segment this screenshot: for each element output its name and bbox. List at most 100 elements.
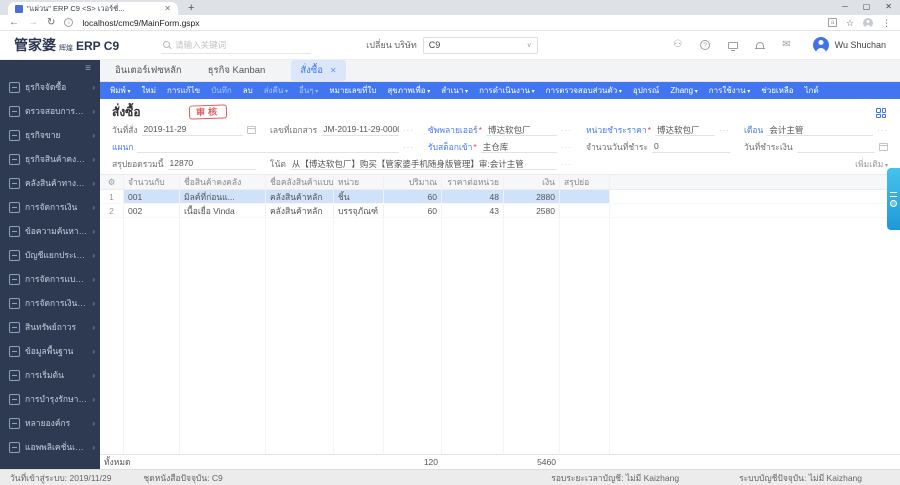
lookup-icon[interactable]: ···	[561, 126, 572, 135]
doc-no-input[interactable]: JM-2019-11-29-00004	[321, 124, 399, 136]
lookup-icon[interactable]: ···	[403, 143, 414, 152]
gear-icon[interactable]: ⚙	[100, 175, 124, 189]
pay-unit-input[interactable]: 博达软包厂	[654, 124, 715, 136]
lookup-icon[interactable]: ···	[877, 126, 888, 135]
translate-icon[interactable]: a	[827, 18, 837, 27]
toolbar-copy-button[interactable]: สำเนา	[441, 84, 468, 97]
side-panel-handle[interactable]	[887, 168, 900, 230]
company-select[interactable]: C9 ∨	[422, 36, 538, 54]
total-label: ทั้งหมด	[104, 457, 131, 467]
lookup-icon[interactable]: ···	[561, 160, 572, 169]
browser-tab-strip: "แผ่วน" ERP C9 <S> เวอร์ชั่... ✕ + ─ ▢ ✕	[0, 0, 900, 15]
lookup-icon[interactable]: ···	[403, 126, 414, 135]
tab-close-icon[interactable]: ✕	[164, 4, 171, 13]
bell-icon[interactable]	[755, 41, 766, 49]
browser-tab[interactable]: "แผ่วน" ERP C9 <S> เวอร์ชั่... ✕	[8, 2, 178, 15]
user-menu[interactable]: Wu Shuchan	[812, 37, 886, 53]
toolbar-status-button[interactable]: สุขภาพเพื่อ	[387, 84, 430, 97]
chevron-right-icon: ›	[92, 418, 95, 428]
more-fields-link[interactable]: เพิ่มเติม	[855, 157, 888, 171]
toolbar-save-button[interactable]: บันทึก	[211, 84, 232, 97]
reload-icon[interactable]: ↻	[47, 16, 55, 30]
order-date-input[interactable]: 2019-11-29	[141, 124, 243, 136]
tab-main-interface[interactable]: อินเตอร์เฟซหลัก	[115, 63, 182, 78]
field-department: แผนก ···	[112, 141, 414, 153]
sidebar-item-fixed-assets[interactable]: สินทรัพย์ถาวร ›	[0, 315, 100, 339]
toolbar-print-button[interactable]: พิมพ์	[110, 84, 131, 97]
sidebar-item-multi-org[interactable]: หลายองค์กร ›	[0, 411, 100, 435]
table-row[interactable]: 2 002 เนื้อเยื่อ Vinda คลังสินค้าหลัก บร…	[100, 204, 900, 218]
sidebar-item-general-ledger[interactable]: บัญชีแยกประเภททั่วไป›	[0, 243, 100, 267]
grid-view-icon[interactable]	[876, 108, 886, 118]
sidebar-item-app-center[interactable]: แอพพลิเคชั่นเซ็นเตอร์›	[0, 435, 100, 459]
toolbar-new-button[interactable]: ใหม่	[142, 84, 156, 97]
sidebar-item-queries[interactable]: ข้อความค้นหาอื่น ๆ›	[0, 219, 100, 243]
toolbar-doc-number-button[interactable]: หมายเลขที่ใบ	[329, 84, 376, 97]
toolbar-return-button[interactable]: ส่งคืน	[264, 84, 288, 97]
toolbar-usage-button[interactable]: การใช้งาน	[709, 84, 751, 97]
note-input[interactable]: 从【博达软包厂】购买【管家婆手机随身版管理】审:会计主管	[289, 158, 557, 170]
browser-menu-icon[interactable]: ⋮	[882, 16, 891, 30]
col-header-code: จำนวนกับ	[124, 175, 180, 189]
toolbar-operations-button[interactable]: การดำเนินงาน	[479, 84, 535, 97]
balance-input[interactable]: 12870	[167, 158, 256, 170]
window-maximize-icon[interactable]: ▢	[863, 2, 871, 11]
browser-profile-icon[interactable]	[863, 17, 873, 28]
pay-days-input[interactable]: 0	[652, 141, 730, 153]
mail-icon[interactable]: ✉	[782, 40, 790, 50]
table-row[interactable]: 1 001 มิลค์ที่ก่อนแ... คลังสินค้าหลัก ชิ…	[100, 190, 900, 204]
supplier-input[interactable]: 博达软包厂	[485, 124, 557, 136]
global-search[interactable]	[161, 37, 312, 54]
tab-business-kanban[interactable]: ธุรกิจ Kanban	[208, 63, 266, 78]
sidebar-collapse-icon[interactable]: ≡	[0, 60, 100, 75]
toolbar-edit-button[interactable]: การแก้ไข	[167, 84, 200, 97]
window-minimize-icon[interactable]: ─	[842, 2, 848, 11]
sidebar-item-order-check[interactable]: ตรวจสอบการสั่งซื้อ›	[0, 99, 100, 123]
sidebar-item-purchase[interactable]: ธุรกิจจัดซื้อ ›	[0, 75, 100, 99]
sidebar-item-logistics[interactable]: คลังสินค้าทางการค้า›	[0, 171, 100, 195]
toolbar-guide-button[interactable]: ไกด์	[805, 84, 819, 97]
finance-icon	[9, 201, 20, 213]
close-icon[interactable]: ✕	[330, 66, 337, 75]
window-close-icon[interactable]: ✕	[885, 2, 892, 11]
toolbar-zhang-button[interactable]: Zhang	[670, 86, 697, 95]
warehouse-in-input[interactable]: 主仓库	[480, 141, 557, 153]
forward-icon[interactable]: →	[28, 16, 38, 30]
sidebar-item-sales[interactable]: ธุรกิจขาย ›	[0, 123, 100, 147]
monitor-icon[interactable]	[728, 41, 739, 51]
calendar-icon[interactable]	[879, 143, 888, 151]
calendar-icon[interactable]	[247, 126, 256, 134]
toolbar-equipment-button[interactable]: อุปกรณ์	[633, 84, 659, 97]
toolbar-other-button[interactable]: อื่นๆ	[299, 84, 318, 97]
toolbar-audit-button[interactable]: การตรวจสอบส่วนตัว	[546, 84, 622, 97]
toolbar-delete-button[interactable]: ลบ	[243, 84, 253, 97]
bookmark-star-icon[interactable]: ☆	[846, 16, 854, 30]
total-qty: 120	[423, 457, 438, 467]
department-input[interactable]	[137, 141, 399, 153]
inventory-icon	[9, 153, 20, 165]
help-icon[interactable]: ?	[700, 40, 711, 50]
site-info-icon[interactable]: i	[64, 18, 74, 27]
sidebar-item-finance[interactable]: การจัดการเงิน ›	[0, 195, 100, 219]
order-check-icon	[9, 105, 20, 117]
sidebar-item-initialization[interactable]: การเริ่มต้น ›	[0, 363, 100, 387]
org-icon[interactable]: ⚇	[673, 40, 682, 50]
address-bar[interactable]: localhost/cmc9/MainForm.gspx	[82, 18, 819, 28]
back-icon[interactable]: ←	[9, 16, 19, 30]
tab-purchase-order[interactable]: สั่งซื้อ ✕	[291, 60, 346, 81]
lookup-icon[interactable]: ···	[561, 143, 572, 152]
sidebar-item-batch-serial[interactable]: การจัดการแบตช์ซีเรียล›	[0, 267, 100, 291]
field-pay-date: วันที่ชำระเงิน	[744, 140, 888, 154]
lookup-icon[interactable]: ···	[719, 126, 730, 135]
chevron-right-icon: ›	[92, 442, 95, 452]
sidebar-item-payroll[interactable]: การจัดการเงินเดือน›	[0, 291, 100, 315]
pay-date-input[interactable]	[796, 141, 875, 153]
app-header: 管家婆 辉煌 ERP C9 เปลี่ยน บริษัท C9 ∨ ⚇ ? ✉ …	[0, 31, 900, 60]
notify-input[interactable]: 会计主管	[767, 124, 873, 136]
sidebar-item-base-data[interactable]: ข้อมูลพื้นฐาน ›	[0, 339, 100, 363]
sidebar-item-inventory[interactable]: ธุรกิจสินค้าคงคลัง ›	[0, 147, 100, 171]
sidebar-item-system-maintenance[interactable]: การบำรุงรักษาระบบ›	[0, 387, 100, 411]
search-input[interactable]	[175, 39, 310, 50]
new-tab-button[interactable]: +	[188, 2, 194, 15]
toolbar-help-button[interactable]: ช่วยเหลือ	[761, 84, 793, 97]
